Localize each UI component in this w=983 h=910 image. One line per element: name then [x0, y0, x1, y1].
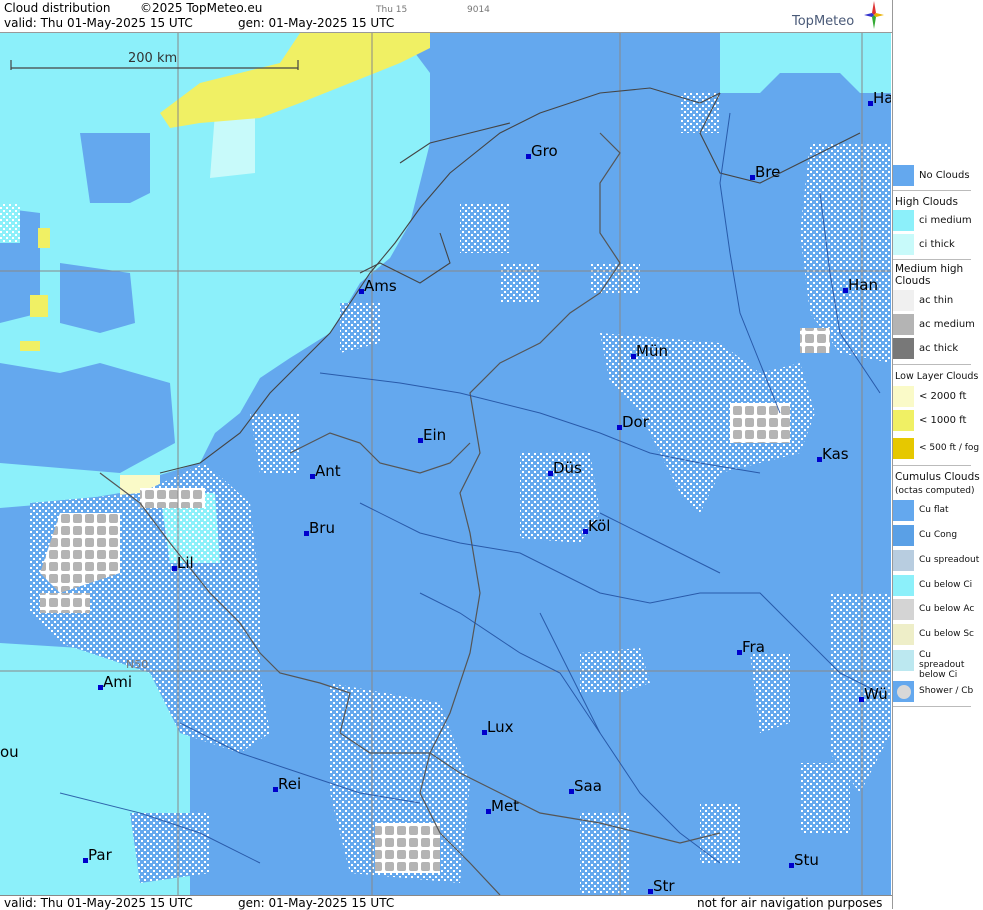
- legend-swatch: [893, 550, 914, 571]
- generated-time: gen: 01-May-2025 15 UTC: [238, 16, 395, 30]
- legend-swatch: [893, 500, 914, 521]
- legend-divider: [893, 364, 971, 365]
- city-marker: [859, 697, 864, 702]
- faint-day-label: Thu 15: [376, 5, 408, 15]
- city-label: Dor: [617, 413, 649, 431]
- legend-swatch: [893, 410, 914, 431]
- city-label: Mün: [631, 342, 668, 360]
- legend-swatch: [893, 386, 914, 407]
- city-marker: [83, 858, 88, 863]
- legend-divider: [893, 465, 971, 466]
- city-label: Ant: [310, 462, 341, 480]
- city-label: Ha: [868, 89, 891, 107]
- city-label: Ams: [359, 277, 397, 295]
- city-label: Kas: [817, 445, 849, 463]
- logo-text: TopMeteo: [792, 14, 855, 29]
- legend-divider: [893, 706, 971, 707]
- city-label: Fra: [737, 638, 765, 656]
- city-marker: [548, 471, 553, 476]
- city-marker: [418, 438, 423, 443]
- legend-heading-medium: Medium high Clouds: [895, 263, 964, 287]
- city-marker: [273, 787, 278, 792]
- faint-code-label: 9014: [467, 5, 490, 15]
- footer-valid-time: valid: Thu 01-May-2025 15 UTC: [4, 896, 193, 910]
- city-marker: [817, 457, 822, 462]
- topmeteo-logo[interactable]: TopMeteo: [792, 0, 884, 32]
- map-footer: valid: Thu 01-May-2025 15 UTC gen: 01-Ma…: [0, 895, 892, 910]
- city-marker: [304, 531, 309, 536]
- shower-icon: [897, 685, 911, 699]
- city-label: Stu: [789, 851, 819, 869]
- legend-heading-low: Low Layer Clouds: [895, 371, 979, 382]
- city-marker: [843, 288, 848, 293]
- legend-swatch: [893, 314, 914, 335]
- legend-heading-high: High Clouds: [895, 196, 958, 208]
- legend-panel: No Clouds High Clouds ci medium ci thick…: [892, 0, 983, 909]
- city-marker: [583, 529, 588, 534]
- legend-swatch: [893, 438, 914, 459]
- city-label: Köl: [583, 517, 610, 535]
- city-label: Lil: [172, 554, 194, 572]
- city-marker: [868, 101, 873, 106]
- city-label: Rei: [273, 775, 301, 793]
- legend-swatch: [893, 210, 914, 231]
- city-label: Bre: [750, 163, 780, 181]
- city-marker: [310, 474, 315, 479]
- valid-time: valid: Thu 01-May-2025 15 UTC: [4, 16, 193, 30]
- legend-swatch: [893, 681, 914, 702]
- city-marker: [631, 354, 636, 359]
- city-marker: [486, 809, 491, 814]
- city-label: Str: [648, 877, 675, 895]
- city-marker: [789, 863, 794, 868]
- city-label: Gro: [526, 142, 558, 160]
- city-label: ou: [0, 743, 19, 761]
- footer-generated-time: gen: 01-May-2025 15 UTC: [238, 896, 395, 910]
- city-label: Han: [843, 276, 878, 294]
- legend-divider: [893, 190, 971, 191]
- city-marker: [172, 566, 177, 571]
- legend-swatch: [893, 234, 914, 255]
- legend-subheading-cumulus: (octas computed): [895, 486, 975, 496]
- copyright: ©2025 TopMeteo.eu: [140, 1, 263, 15]
- city-marker: [737, 650, 742, 655]
- legend-swatch: [893, 575, 914, 596]
- legend-swatch: [893, 338, 914, 359]
- legend-swatch: [893, 650, 914, 671]
- map-header: Cloud distribution ©2025 TopMeteo.eu Thu…: [0, 0, 892, 33]
- cloud-map[interactable]: 200 km N50 Ha Gro Bre Ams Han Mün Dor Ei…: [0, 33, 891, 895]
- city-marker: [617, 425, 622, 430]
- navigation-disclaimer: not for air navigation purposes: [697, 896, 883, 910]
- compass-icon: [864, 1, 884, 29]
- scale-bar-label: 200 km: [128, 51, 178, 66]
- city-marker: [569, 789, 574, 794]
- legend-divider: [893, 259, 971, 260]
- city-label: Ein: [418, 426, 446, 444]
- city-label: Ami: [98, 673, 132, 691]
- city-marker: [526, 154, 531, 159]
- map-title: Cloud distribution: [4, 1, 111, 15]
- latitude-label: N50: [126, 658, 149, 671]
- legend-swatch: [893, 525, 914, 546]
- city-label: Met: [486, 797, 519, 815]
- legend-swatch: [893, 624, 914, 645]
- city-marker: [98, 685, 103, 690]
- city-label: Lux: [482, 718, 513, 736]
- city-label: Saa: [569, 777, 602, 795]
- legend-heading-cumulus: Cumulus Clouds: [895, 471, 980, 483]
- city-label: Düs: [548, 459, 582, 477]
- city-marker: [750, 175, 755, 180]
- city-label: Wü: [859, 685, 888, 703]
- city-marker: [359, 289, 364, 294]
- city-label: Par: [83, 846, 112, 864]
- city-label: Bru: [304, 519, 335, 537]
- legend-swatch: [893, 290, 914, 311]
- city-marker: [648, 889, 653, 894]
- legend-swatch: [893, 599, 914, 620]
- legend-swatch: [893, 165, 914, 186]
- city-marker: [482, 730, 487, 735]
